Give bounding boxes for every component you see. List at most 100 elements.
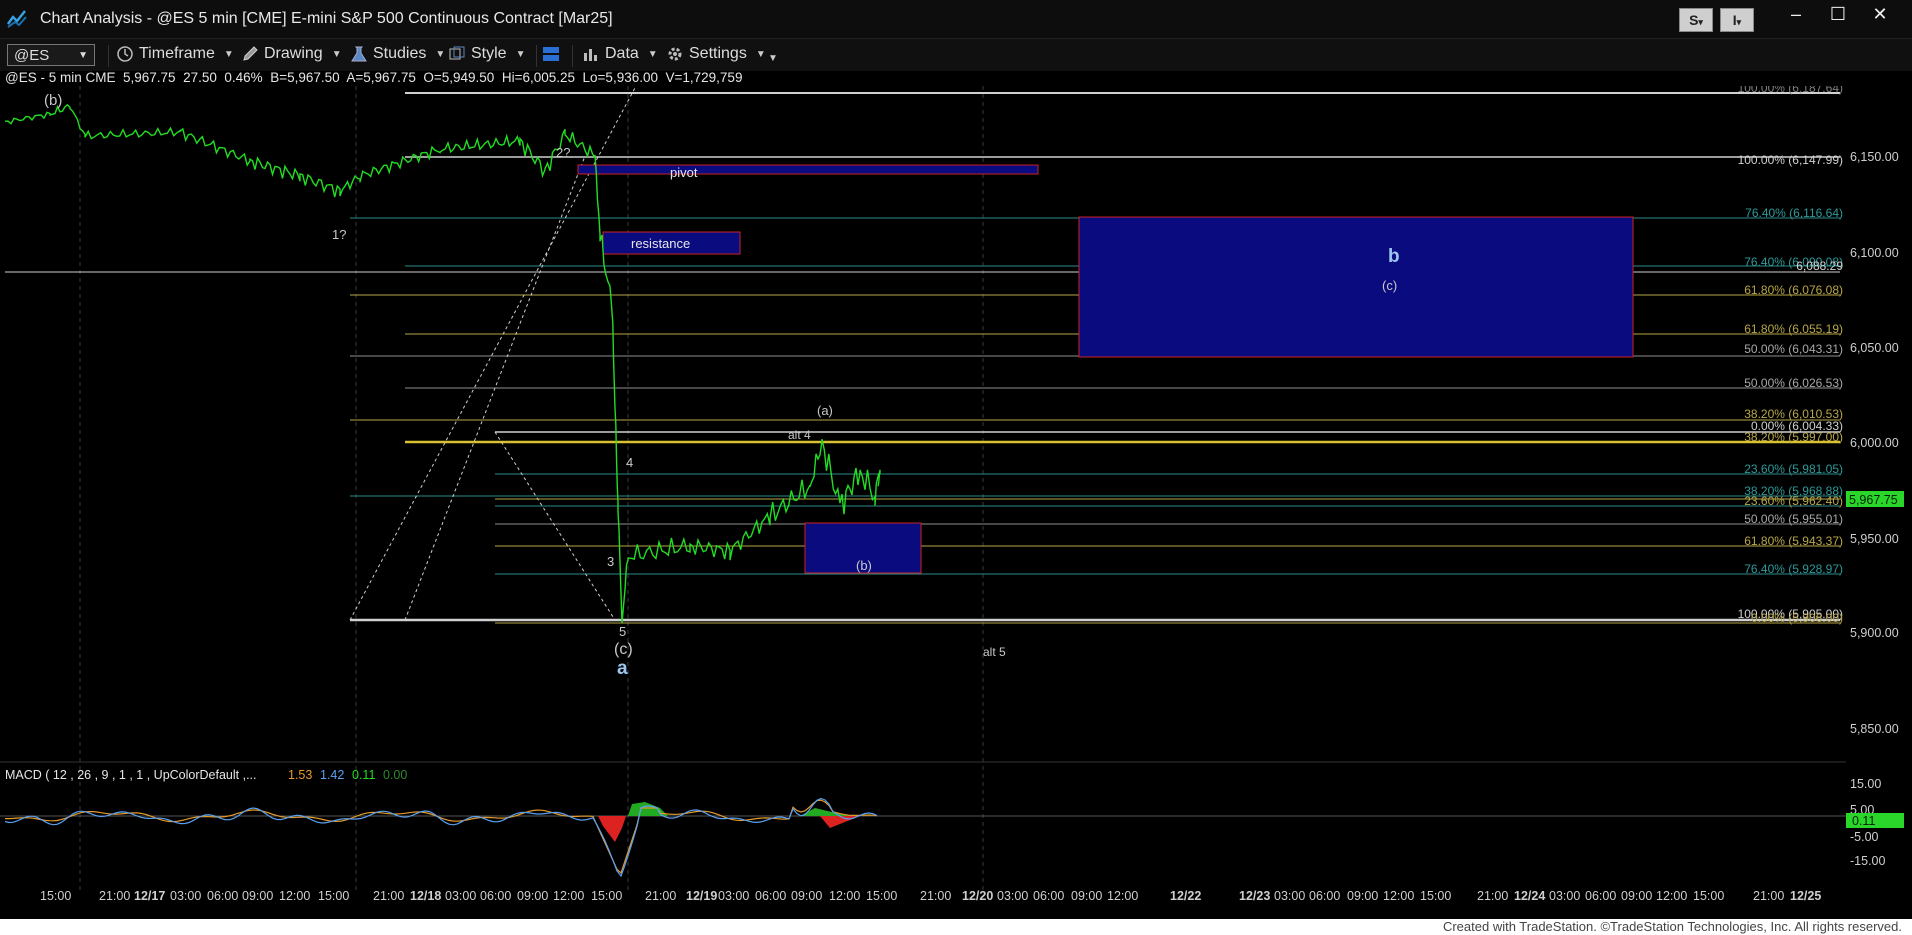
time-axis-label: 03:00: [997, 889, 1028, 903]
fib-label: 61.80% (5,943.37): [1744, 534, 1843, 548]
timeframe-menu[interactable]: Timeframe ▼: [116, 45, 234, 63]
fib-label: 6,088.29: [1796, 259, 1843, 273]
fib-label: 100.00% (6,147.99): [1738, 153, 1843, 167]
macd-panel: MACD ( 12 , 26 , 9 , 1 , 1 , UpColorDefa…: [0, 768, 1904, 878]
label-alt-5: alt 5: [983, 645, 1006, 659]
label-wave-2: 2?: [556, 145, 570, 160]
time-axis-label: 15:00: [591, 889, 622, 903]
time-axis-label: 12:00: [553, 889, 584, 903]
macd-value-4: 0.00: [383, 768, 407, 782]
fib-label: 76.40% (5,928.97): [1744, 562, 1843, 576]
macd-axis-tick: 15.00: [1850, 777, 1881, 791]
label-wave-c: (c): [614, 641, 633, 658]
time-axis: 15:00 21:00 12/17 03:00 06:00 09:00 12:00 15:00…: [40, 889, 1821, 903]
time-axis-label: 09:00: [1621, 889, 1652, 903]
time-axis-label: 12:00: [1383, 889, 1414, 903]
studies-menu[interactable]: Studies ▼: [350, 45, 445, 63]
s-button[interactable]: S▾: [1679, 8, 1713, 32]
time-axis-label: 03:00: [1549, 889, 1580, 903]
copyright-text: Created with TradeStation. ©TradeStation…: [1442, 919, 1902, 934]
time-axis-label: 03:00: [1274, 889, 1305, 903]
fib-label: 100.00% (6,187.64): [1738, 86, 1843, 95]
title-bar: Chart Analysis - @ES 5 min [CME] E-mini …: [0, 0, 1912, 38]
label-big-c: (c): [1382, 278, 1397, 293]
time-axis-label: 15:00: [318, 889, 349, 903]
fib-label: 76.40% (6,116.64): [1745, 206, 1843, 220]
time-axis-label: 06:00: [480, 889, 511, 903]
quote-high: Hi=6,005.25: [501, 70, 576, 85]
time-axis-label: 15:00: [1693, 889, 1724, 903]
label-wave-a: a: [617, 658, 628, 679]
quote-ask: A=5,967.75: [346, 70, 416, 85]
label-wave-3: 3: [607, 554, 614, 569]
target-zone-b-box[interactable]: [1078, 216, 1634, 358]
quote-open: O=5,949.50: [423, 70, 495, 85]
fib-label: 23.60% (5,962.40): [1744, 494, 1843, 508]
fib-label: 50.00% (6,026.53): [1744, 376, 1843, 390]
time-axis-label: 15:00: [40, 889, 71, 903]
label-wave-1: 1?: [332, 227, 346, 242]
macd-value-tag-text: 0.11: [1852, 814, 1875, 828]
time-axis-label: 03:00: [445, 889, 476, 903]
window-title: Chart Analysis - @ES 5 min [CME] E-mini …: [40, 10, 613, 27]
label-big-b: b: [1388, 246, 1400, 267]
time-axis-label: 09:00: [791, 889, 822, 903]
label-pivot: pivot: [670, 165, 698, 180]
style-menu[interactable]: Style ▼: [448, 45, 525, 63]
overflow-chevron-icon[interactable]: ▼: [768, 53, 778, 64]
macd-header: MACD ( 12 , 26 , 9 , 1 , 1 , UpColorDefa…: [5, 768, 257, 782]
fib-label: 50.00% (6,043.31): [1744, 342, 1843, 356]
macd-axis-tick: -5.00: [1850, 830, 1879, 844]
symbol-value: @ES: [14, 47, 50, 64]
macd-axis-tick: -15.00: [1850, 854, 1885, 868]
minimize-button[interactable]: –: [1776, 4, 1816, 25]
time-axis-label: 12:00: [279, 889, 310, 903]
time-axis-label: 06:00: [1585, 889, 1616, 903]
chart-toolbar: @ES ▼ Timeframe ▼ Drawing ▼ Studies ▼ Style…: [0, 38, 1912, 71]
macd-value-3: 0.11: [352, 768, 375, 782]
clock-icon: [117, 46, 133, 62]
price-chart[interactable]: (b) 1? 2? pivot resistance 3 4 5 (c) a a…: [0, 86, 1912, 906]
time-axis-label: 12:00: [1107, 889, 1138, 903]
label-wave-4: 4: [626, 455, 633, 470]
maximize-button[interactable]: ☐: [1818, 4, 1858, 25]
symbol-selector[interactable]: @ES ▼: [7, 44, 95, 66]
label-wave-a-paren: (a): [817, 403, 833, 418]
time-axis-label: 12/18: [410, 889, 441, 903]
fib-label: 38.20% (5,997.00): [1744, 430, 1843, 444]
close-button[interactable]: ✕: [1860, 4, 1900, 25]
label-wave-b-paren: (b): [856, 558, 872, 573]
quote-change: 27.50: [183, 70, 217, 85]
layout-button[interactable]: [542, 45, 560, 63]
i-button[interactable]: I▾: [1720, 8, 1754, 32]
chevron-down-icon: ▼: [78, 50, 88, 61]
drawing-menu[interactable]: Drawing ▼: [241, 45, 342, 63]
footer-bar: Created with TradeStation. ©TradeStation…: [0, 919, 1912, 935]
time-axis-label: 21:00: [1753, 889, 1784, 903]
quote-low: Lo=5,936.00: [582, 70, 658, 85]
label-resistance: resistance: [631, 236, 690, 251]
macd-value-1: 1.53: [288, 768, 312, 782]
fib-labels: 100.00% (6,187.64) 100.00% (6,147.99) 76.4…: [1738, 86, 1844, 625]
time-axis-label: 12/22: [1170, 889, 1201, 903]
price-axis-tick: 5,950.00: [1850, 532, 1899, 546]
data-menu[interactable]: Data ▼: [582, 45, 658, 63]
settings-menu[interactable]: Settings ▼: [666, 45, 766, 63]
price-axis-tick: 6,050.00: [1850, 341, 1899, 355]
time-axis-label: 09:00: [517, 889, 548, 903]
time-axis-label: 21:00: [99, 889, 130, 903]
macd-histogram-negative: [598, 816, 860, 842]
fib-label: 23.60% (5,981.05): [1744, 462, 1843, 476]
time-axis-label: 21:00: [645, 889, 676, 903]
price-axis-tick: 6,150.00: [1850, 150, 1899, 164]
fib-label: 61.80% (6,076.08): [1744, 283, 1843, 297]
time-axis-label: 06:00: [1033, 889, 1064, 903]
time-axis-label: 15:00: [866, 889, 897, 903]
time-axis-label: 12:00: [1656, 889, 1687, 903]
layout-icon: [543, 47, 559, 61]
label-wave-5: 5: [619, 624, 626, 639]
tradestation-logo-icon: [6, 10, 27, 28]
macd-line: [5, 799, 878, 875]
pivot-box[interactable]: [577, 164, 1039, 175]
time-axis-label: 12/19: [686, 889, 717, 903]
